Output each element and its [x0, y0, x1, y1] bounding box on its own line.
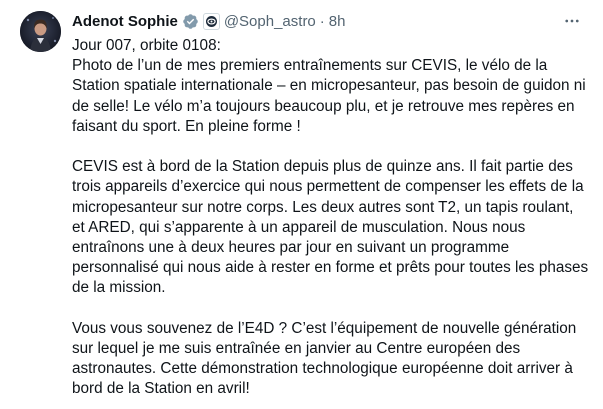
- separator-dot: ·: [319, 12, 325, 30]
- author-handle[interactable]: @Soph_astro: [224, 13, 316, 30]
- timestamp[interactable]: 8h: [329, 13, 346, 30]
- tweet-header: Adenot Sophie @Soph_astro · 8h: [72, 10, 589, 32]
- verified-badge-icon[interactable]: [182, 13, 199, 30]
- tweet[interactable]: Adenot Sophie @Soph_astro · 8h Jour 007,…: [0, 0, 603, 409]
- tweet-content: Adenot Sophie @Soph_astro · 8h Jour 007,…: [72, 10, 589, 400]
- tweet-paragraph: CEVIS est à bord de la Station depuis pl…: [72, 158, 593, 297]
- tweet-paragraph: Vous vous souvenez de l’E4D ? C’est l’éq…: [72, 319, 581, 398]
- tweet-text: Jour 007, orbite 0108: Photo de l’un de …: [72, 36, 589, 400]
- esa-affiliation-icon[interactable]: [202, 12, 220, 30]
- author-name[interactable]: Adenot Sophie: [72, 13, 178, 30]
- more-options-icon[interactable]: [559, 10, 585, 32]
- tweet-paragraph: Jour 007, orbite 0108: Photo de l’un de …: [72, 37, 586, 135]
- avatar-photo: [20, 11, 61, 52]
- avatar[interactable]: [20, 11, 61, 52]
